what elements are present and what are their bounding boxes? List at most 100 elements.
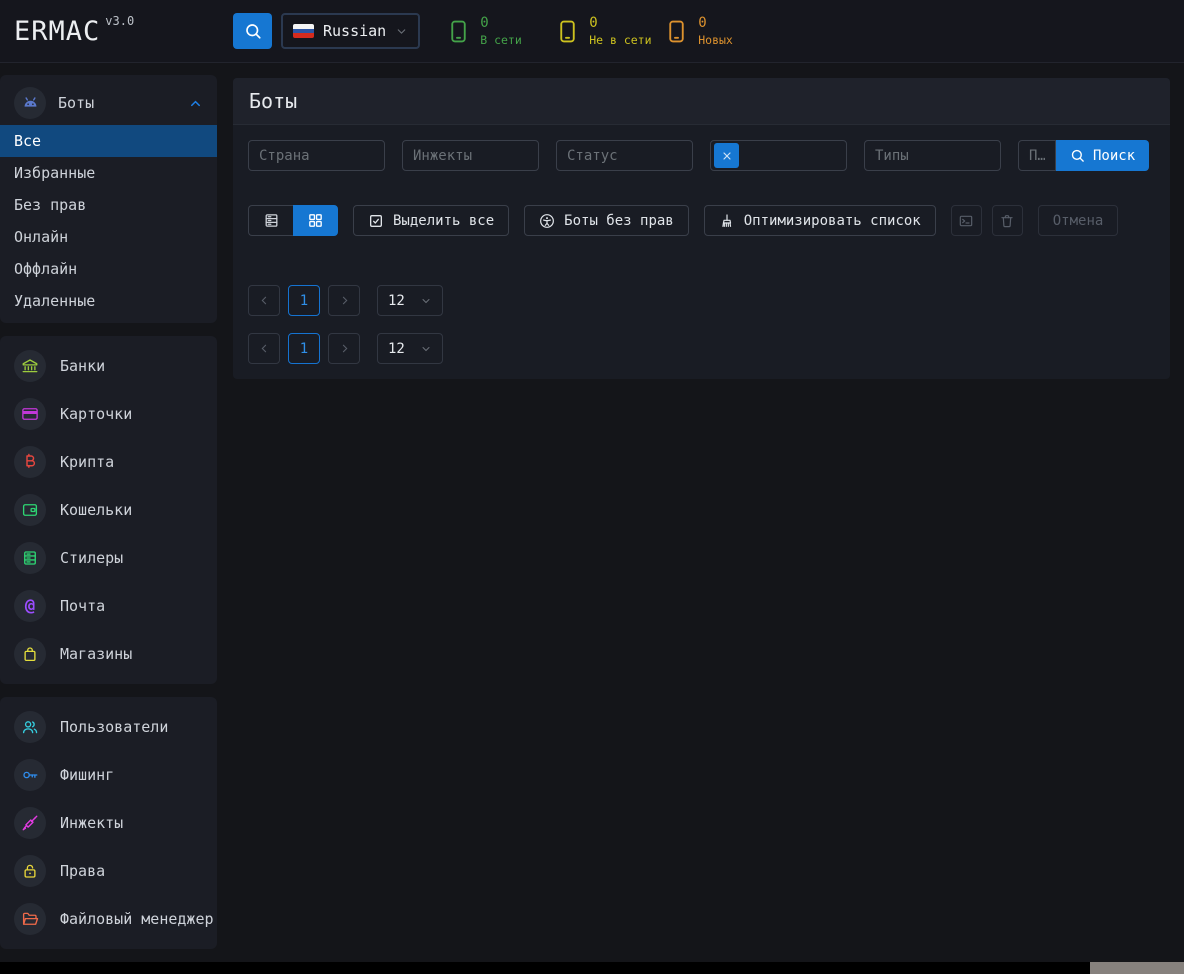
- pagination-bottom: 1 12: [248, 333, 1155, 364]
- russian-flag-icon: [293, 24, 314, 38]
- sidebar-item-deleted[interactable]: Удаленные: [0, 285, 217, 317]
- small-filter-input[interactable]: [1018, 140, 1056, 171]
- counter-new: 0 Новых: [664, 14, 764, 47]
- bots-without-permissions-button[interactable]: Боты без прав: [524, 205, 689, 236]
- sidebar-item-crypto[interactable]: Крипта: [0, 438, 217, 486]
- phone-icon: [446, 19, 471, 44]
- sidebar-item-mail[interactable]: @ Почта: [0, 582, 217, 630]
- sidebar: Боты Все Избранные Без прав Онлайн Оффла…: [0, 75, 217, 949]
- chevron-right-icon: [338, 294, 351, 307]
- sidebar-item-online[interactable]: Онлайн: [0, 221, 217, 253]
- new-count: 0: [698, 14, 733, 32]
- folder-open-icon: [21, 910, 39, 928]
- language-select[interactable]: Russian: [281, 13, 420, 49]
- grid-view-icon: [307, 212, 324, 229]
- terminal-icon: [958, 213, 974, 229]
- phone-icon: [664, 19, 689, 44]
- language-label: Russian: [323, 22, 386, 40]
- next-page-button[interactable]: [328, 333, 360, 364]
- search-group: Поиск: [1018, 140, 1149, 171]
- pagination-top: 1 12: [248, 285, 1155, 316]
- horizontal-scrollbar[interactable]: [0, 962, 1184, 974]
- chevron-up-icon: [188, 96, 203, 111]
- sidebar-item-banks[interactable]: Банки: [0, 342, 217, 390]
- terminal-button[interactable]: [951, 205, 982, 236]
- offline-label: Не в сети: [589, 33, 651, 48]
- sidebar-group-label: Боты: [58, 94, 176, 112]
- checkbox-checked-icon: [368, 213, 384, 229]
- app-logo: ERMAC v3.0: [0, 16, 233, 47]
- counter-offline: 0 Не в сети: [555, 14, 655, 47]
- android-icon: [21, 94, 40, 113]
- sidebar-item-injects[interactable]: Инжекты: [0, 799, 217, 847]
- types-filter-input[interactable]: [864, 140, 1001, 171]
- new-label: Новых: [698, 33, 733, 48]
- per-page-select[interactable]: 12: [377, 285, 443, 316]
- delete-button[interactable]: [992, 205, 1023, 236]
- sidebar-item-phishing[interactable]: Фишинг: [0, 751, 217, 799]
- scrollbar-thumb[interactable]: [1090, 962, 1184, 974]
- view-toggle: [248, 205, 338, 236]
- optimize-list-button[interactable]: Оптимизировать список: [704, 205, 936, 236]
- country-filter-input[interactable]: [248, 140, 385, 171]
- page-number-button[interactable]: 1: [288, 333, 320, 364]
- sidebar-section-bots: Боты Все Избранные Без прав Онлайн Оффла…: [0, 75, 217, 323]
- prev-page-button[interactable]: [248, 333, 280, 364]
- tags-filter-field[interactable]: [710, 140, 847, 171]
- search-icon: [244, 22, 262, 40]
- chevron-down-icon: [395, 25, 408, 38]
- chevron-down-icon: [420, 343, 432, 355]
- bank-icon: [21, 357, 39, 375]
- app-version: v3.0: [105, 14, 134, 28]
- app-name: ERMAC: [14, 16, 100, 47]
- sidebar-item-shops[interactable]: Магазины: [0, 630, 217, 678]
- page-title: Боты: [233, 78, 1170, 125]
- online-label: В сети: [480, 33, 522, 48]
- filter-row: Поиск: [248, 140, 1155, 171]
- chevron-down-icon: [420, 295, 432, 307]
- shopping-bag-icon: [21, 645, 39, 663]
- injects-filter-input[interactable]: [402, 140, 539, 171]
- next-page-button[interactable]: [328, 285, 360, 316]
- sidebar-item-favorites[interactable]: Избранные: [0, 157, 217, 189]
- sidebar-group-bots[interactable]: Боты: [0, 81, 217, 125]
- global-search-button[interactable]: [233, 13, 272, 49]
- sidebar-item-permissions[interactable]: Права: [0, 847, 217, 895]
- grid-view-button[interactable]: [293, 205, 338, 236]
- sidebar-item-users[interactable]: Пользователи: [0, 703, 217, 751]
- select-all-button[interactable]: Выделить все: [353, 205, 509, 236]
- online-count: 0: [480, 14, 522, 32]
- server-icon: [21, 549, 39, 567]
- key-icon: [21, 766, 39, 784]
- sidebar-item-wallets[interactable]: Кошельки: [0, 486, 217, 534]
- prev-page-button[interactable]: [248, 285, 280, 316]
- search-submit-button[interactable]: Поиск: [1056, 140, 1149, 171]
- status-filter-input[interactable]: [556, 140, 693, 171]
- bot-counters: 0 В сети 0 Не в сети 0 Новых: [446, 14, 764, 47]
- bitcoin-icon: [21, 453, 39, 471]
- search-icon: [1070, 148, 1085, 163]
- phone-icon: [555, 19, 580, 44]
- sidebar-item-no-permissions[interactable]: Без прав: [0, 189, 217, 221]
- toolbar: Выделить все Боты без прав Оптимизироват…: [248, 205, 1155, 236]
- trash-icon: [999, 213, 1015, 229]
- sidebar-item-cards[interactable]: Карточки: [0, 390, 217, 438]
- per-page-select[interactable]: 12: [377, 333, 443, 364]
- users-icon: [21, 718, 39, 736]
- accessibility-icon: [539, 213, 555, 229]
- sidebar-item-stealers[interactable]: Стилеры: [0, 534, 217, 582]
- chevron-left-icon: [258, 294, 271, 307]
- close-icon[interactable]: [721, 150, 733, 162]
- page-number-button[interactable]: 1: [288, 285, 320, 316]
- sidebar-section-modules: Банки Карточки Крипта Кошельки Стилеры: [0, 336, 217, 684]
- sidebar-item-file-manager[interactable]: Файловый менеджер: [0, 895, 217, 943]
- search-button-label: Поиск: [1093, 148, 1135, 164]
- list-view-button[interactable]: [248, 205, 293, 236]
- lock-icon: [21, 862, 39, 880]
- list-view-icon: [263, 212, 280, 229]
- wallet-icon: [21, 501, 39, 519]
- filter-tag-chip[interactable]: [714, 143, 739, 168]
- sidebar-item-offline[interactable]: Оффлайн: [0, 253, 217, 285]
- cancel-button[interactable]: Отмена: [1038, 205, 1119, 236]
- sidebar-item-all[interactable]: Все: [0, 125, 217, 157]
